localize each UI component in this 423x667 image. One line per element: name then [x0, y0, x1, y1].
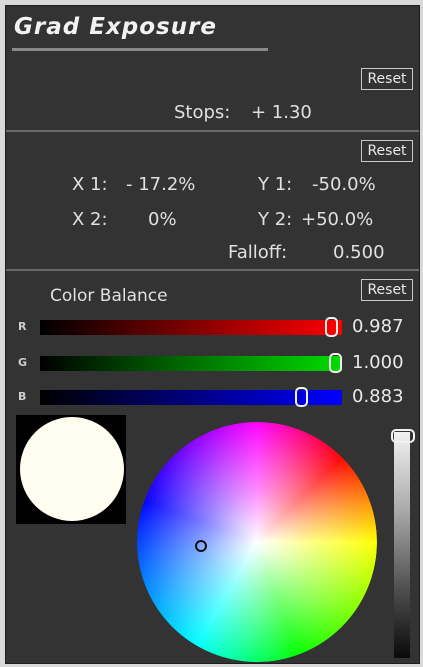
- color-wheel[interactable]: [137, 422, 377, 662]
- color-balance-reset-button[interactable]: Reset: [361, 279, 413, 301]
- red-slider-thumb[interactable]: [325, 317, 338, 337]
- channel-letter-b: B: [18, 390, 27, 403]
- y2-label: Y 2:: [258, 209, 293, 230]
- panel-title: Grad Exposure: [14, 14, 218, 40]
- x2-value[interactable]: 0%: [148, 209, 177, 230]
- x1-value[interactable]: - 17.2%: [126, 174, 195, 195]
- gradient-reset-button[interactable]: Reset: [361, 140, 413, 162]
- y2-value[interactable]: +50.0%: [301, 209, 373, 230]
- x2-label: X 2:: [72, 209, 108, 230]
- green-slider-thumb[interactable]: [329, 353, 342, 373]
- brightness-slider[interactable]: [394, 432, 410, 658]
- blue-channel-value[interactable]: 0.883: [352, 386, 404, 407]
- grad-exposure-panel: Grad Exposure Reset Stops: + 1.30 Reset …: [5, 5, 420, 664]
- stops-value[interactable]: + 1.30: [251, 102, 312, 123]
- falloff-value[interactable]: 0.500: [333, 242, 385, 263]
- stops-label: Stops:: [174, 102, 231, 123]
- channel-letter-g: G: [18, 356, 28, 369]
- falloff-label: Falloff:: [228, 242, 288, 263]
- channel-letter-r: R: [18, 320, 27, 333]
- green-channel-slider[interactable]: [40, 353, 342, 373]
- blue-slider-thumb[interactable]: [295, 387, 308, 407]
- section-divider: [6, 269, 419, 271]
- blue-channel-slider[interactable]: [40, 387, 342, 407]
- color-preview-swatch: [20, 417, 124, 521]
- brightness-slider-thumb[interactable]: [391, 429, 415, 443]
- color-balance-label: Color Balance: [50, 286, 168, 306]
- title-underline: [12, 48, 268, 51]
- color-wheel-marker[interactable]: [195, 540, 207, 552]
- y1-label: Y 1:: [258, 174, 293, 195]
- green-channel-value[interactable]: 1.000: [352, 352, 404, 373]
- exposure-reset-button[interactable]: Reset: [361, 68, 413, 90]
- y1-value[interactable]: -50.0%: [312, 174, 376, 195]
- x1-label: X 1:: [72, 174, 108, 195]
- red-channel-slider[interactable]: [40, 317, 342, 337]
- section-divider: [6, 130, 419, 132]
- red-channel-value[interactable]: 0.987: [352, 316, 404, 337]
